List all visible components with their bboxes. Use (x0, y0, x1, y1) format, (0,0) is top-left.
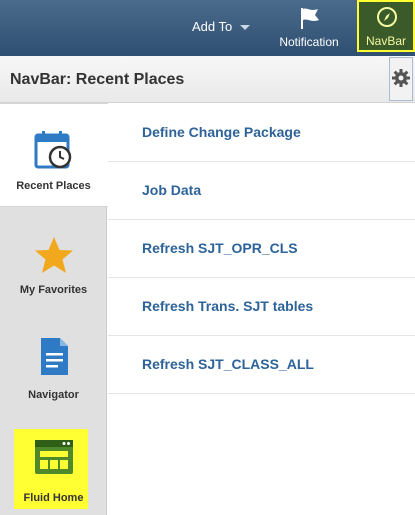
add-to-label: Add To (192, 18, 233, 34)
recent-place-link[interactable]: Refresh Trans. SJT tables (142, 298, 313, 314)
recent-place-link[interactable]: Define Change Package (142, 124, 301, 140)
sidebar-item-navigator[interactable]: Navigator (0, 311, 107, 415)
list-item[interactable]: Refresh SJT_CLASS_ALL (108, 336, 415, 394)
sidebar-item-label: Recent Places (16, 180, 91, 192)
notification-button[interactable]: Notification (272, 0, 346, 56)
navbar-button-face: NavBar (359, 2, 413, 50)
sidebar-item-label: My Favorites (19, 284, 88, 296)
add-to-menu[interactable]: Add To (192, 17, 251, 35)
document-icon (41, 338, 68, 375)
recent-places-list: Define Change Package Job Data Refresh S… (108, 104, 415, 515)
settings-button[interactable] (389, 57, 413, 101)
list-item[interactable]: Refresh SJT_OPR_CLS (108, 220, 415, 278)
panel-title: NavBar: Recent Places (10, 71, 185, 88)
list-item[interactable]: Define Change Package (108, 104, 415, 162)
fluid-home-icon (35, 440, 73, 474)
list-item[interactable]: Job Data (108, 162, 415, 220)
list-item[interactable]: Refresh Trans. SJT tables (108, 278, 415, 336)
sidebar-item-label: Navigator (28, 389, 79, 401)
recent-place-link[interactable]: Refresh SJT_CLASS_ALL (142, 356, 314, 372)
caret-down-icon (240, 24, 251, 30)
recent-place-link[interactable]: Refresh SJT_OPR_CLS (142, 240, 298, 256)
sidebar-item-recent-places[interactable]: Recent Places (0, 103, 108, 207)
flag-icon (301, 8, 319, 29)
calendar-clock-icon (34, 131, 72, 169)
sidebar-item-label: Fluid Home (23, 492, 84, 504)
navbar-label: NavBar (365, 34, 406, 48)
navbar-sidebar: Recent Places My Favorites Navigator Flu… (0, 103, 108, 515)
compass-icon (377, 7, 397, 27)
star-icon (35, 237, 73, 273)
panel-title-bar: NavBar: Recent Places (0, 56, 415, 103)
top-header-bar: Add To Notification NavBar (0, 0, 415, 56)
sidebar-item-my-favorites[interactable]: My Favorites (0, 207, 107, 311)
recent-place-link[interactable]: Job Data (142, 182, 201, 198)
notification-label: Notification (279, 35, 339, 49)
sidebar-item-fluid-home[interactable]: Fluid Home (0, 415, 107, 515)
gear-icon (392, 69, 410, 87)
navbar-button[interactable]: NavBar (357, 0, 415, 52)
